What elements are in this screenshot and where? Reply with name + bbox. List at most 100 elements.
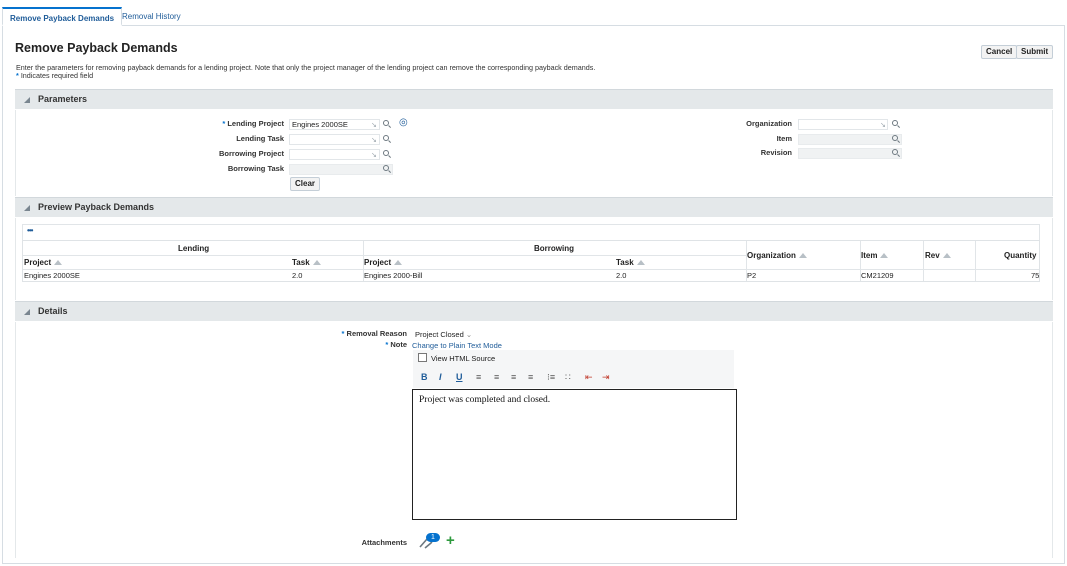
bold-icon[interactable]: B [421,372,428,382]
column-header-lending-project[interactable]: Project [24,258,63,267]
page-instructions: Enter the parameters for removing paybac… [16,63,596,72]
required-star: * [385,340,389,349]
submit-button[interactable]: Submit [1016,45,1054,59]
details-section-header[interactable]: Details [15,301,1053,321]
group-divider [23,255,746,256]
column-header-borrowing-task[interactable]: Task [616,258,645,267]
numbered-list-icon[interactable]: ⁝≡ [547,372,555,383]
organization-input[interactable] [798,119,888,130]
search-icon[interactable] [383,120,389,126]
more-actions-icon[interactable]: ••• [27,226,33,235]
project-details-icon[interactable]: ◎ [399,117,408,128]
search-icon[interactable] [383,135,389,141]
column-header-text: Item [861,251,878,260]
cell-quantity: 75 [1031,271,1040,280]
revision-input[interactable] [798,148,902,159]
attachments-count-badge: 1 [426,533,440,542]
group-header-borrowing: Borrowing [534,244,574,253]
view-html-label: View HTML Source [431,354,496,363]
tab-removal-history[interactable]: Removal History [115,7,188,26]
align-center-icon[interactable]: ≡ [494,372,499,382]
sort-icon[interactable] [54,260,63,265]
sort-icon[interactable] [880,253,889,258]
search-icon[interactable] [892,135,898,141]
organization-label: Organization [746,119,792,128]
lending-project-label-text: Lending Project [227,119,284,128]
removal-reason-label: * Removal Reason [300,329,407,338]
note-label: * Note [300,340,407,349]
bulleted-list-icon[interactable]: ∷ [565,372,571,383]
removal-reason-label-text: Removal Reason [346,329,407,338]
required-star: * [222,119,226,128]
search-icon[interactable] [383,165,389,171]
removal-reason-select[interactable]: Project Closed ⌄ [415,330,472,339]
clear-field-icon[interactable]: ↘ [371,136,377,144]
lending-task-input[interactable] [289,134,380,145]
clear-field-icon[interactable]: ↘ [371,121,377,129]
preview-section-header[interactable]: Preview Payback Demands [15,197,1053,217]
sort-icon[interactable] [312,260,321,265]
justify-icon[interactable]: ≡ [528,372,533,382]
sort-icon[interactable] [636,260,645,265]
required-star: * [16,71,19,80]
sort-icon[interactable] [798,253,807,258]
revision-label: Revision [760,148,792,157]
underline-icon[interactable]: U [456,372,463,382]
indent-icon[interactable]: ⇥ [602,372,610,383]
attachments-label: Attachments [361,538,407,547]
search-icon[interactable] [892,120,898,126]
view-html-checkbox[interactable] [418,353,427,362]
attachments-button[interactable]: 1 [417,533,441,549]
search-icon[interactable] [892,149,898,155]
search-icon[interactable] [383,150,389,156]
cancel-button[interactable]: Cancel [981,45,1018,59]
column-header-quantity: Quantity [1004,251,1037,260]
sort-icon[interactable] [942,253,951,258]
borrowing-project-label: Borrowing Project [218,149,284,158]
add-attachment-icon[interactable]: + [446,533,455,548]
column-header-item[interactable]: Item [861,251,889,260]
lending-project-input[interactable]: Engines 2000SE [289,119,380,130]
lending-task-label: Lending Task [236,134,284,143]
borrowing-task-label: Borrowing Task [227,164,284,173]
clear-button[interactable]: Clear [290,177,321,191]
page-title: Remove Payback Demands [15,41,178,55]
column-header-borrowing-project[interactable]: Project [364,258,403,267]
payback-demands-table: Lending Borrowing Project Task Project T… [22,240,1040,282]
column-header-organization[interactable]: Organization [747,251,807,260]
cell-borrowing-project: Engines 2000-Bill [364,271,423,280]
outdent-icon[interactable]: ⇤ [585,372,593,383]
column-header-text: Rev [925,251,940,260]
tab-bar: Remove Payback Demands Removal History [2,7,1065,26]
borrowing-project-input[interactable] [289,149,380,160]
borrowing-task-input[interactable] [289,164,393,175]
column-header-text: Task [616,258,634,267]
item-input[interactable] [798,134,902,145]
lending-project-label: * Lending Project [150,119,284,128]
collapse-triangle-icon[interactable] [24,97,30,103]
required-note-text: Indicates required field [20,71,94,80]
column-header-text: Project [364,258,392,267]
collapse-triangle-icon[interactable] [24,309,30,315]
table-toolbar [22,224,1040,240]
collapse-triangle-icon[interactable] [24,205,30,211]
note-label-text: Note [390,340,407,349]
clear-field-icon[interactable]: ↘ [371,151,377,159]
plain-text-mode-link[interactable]: Change to Plain Text Mode [412,341,502,350]
align-left-icon[interactable]: ≡ [476,372,481,382]
tab-remove-payback-demands[interactable]: Remove Payback Demands [2,7,123,26]
italic-icon[interactable]: I [439,372,442,382]
column-header-text: Task [292,258,310,267]
clear-field-icon[interactable]: ↘ [880,121,886,129]
cell-borrowing-task: 2.0 [616,271,627,280]
align-right-icon[interactable]: ≡ [511,372,516,382]
sort-icon[interactable] [394,260,403,265]
column-header-rev[interactable]: Rev [925,251,951,260]
column-divider [923,241,924,281]
details-section-title: Details [38,306,68,316]
column-header-lending-task[interactable]: Task [292,258,321,267]
cell-item: CM21209 [861,271,894,280]
note-editor[interactable]: Project was completed and closed. [412,389,737,520]
removal-reason-value: Project Closed [415,330,464,339]
parameters-section-header[interactable]: Parameters [15,89,1053,109]
